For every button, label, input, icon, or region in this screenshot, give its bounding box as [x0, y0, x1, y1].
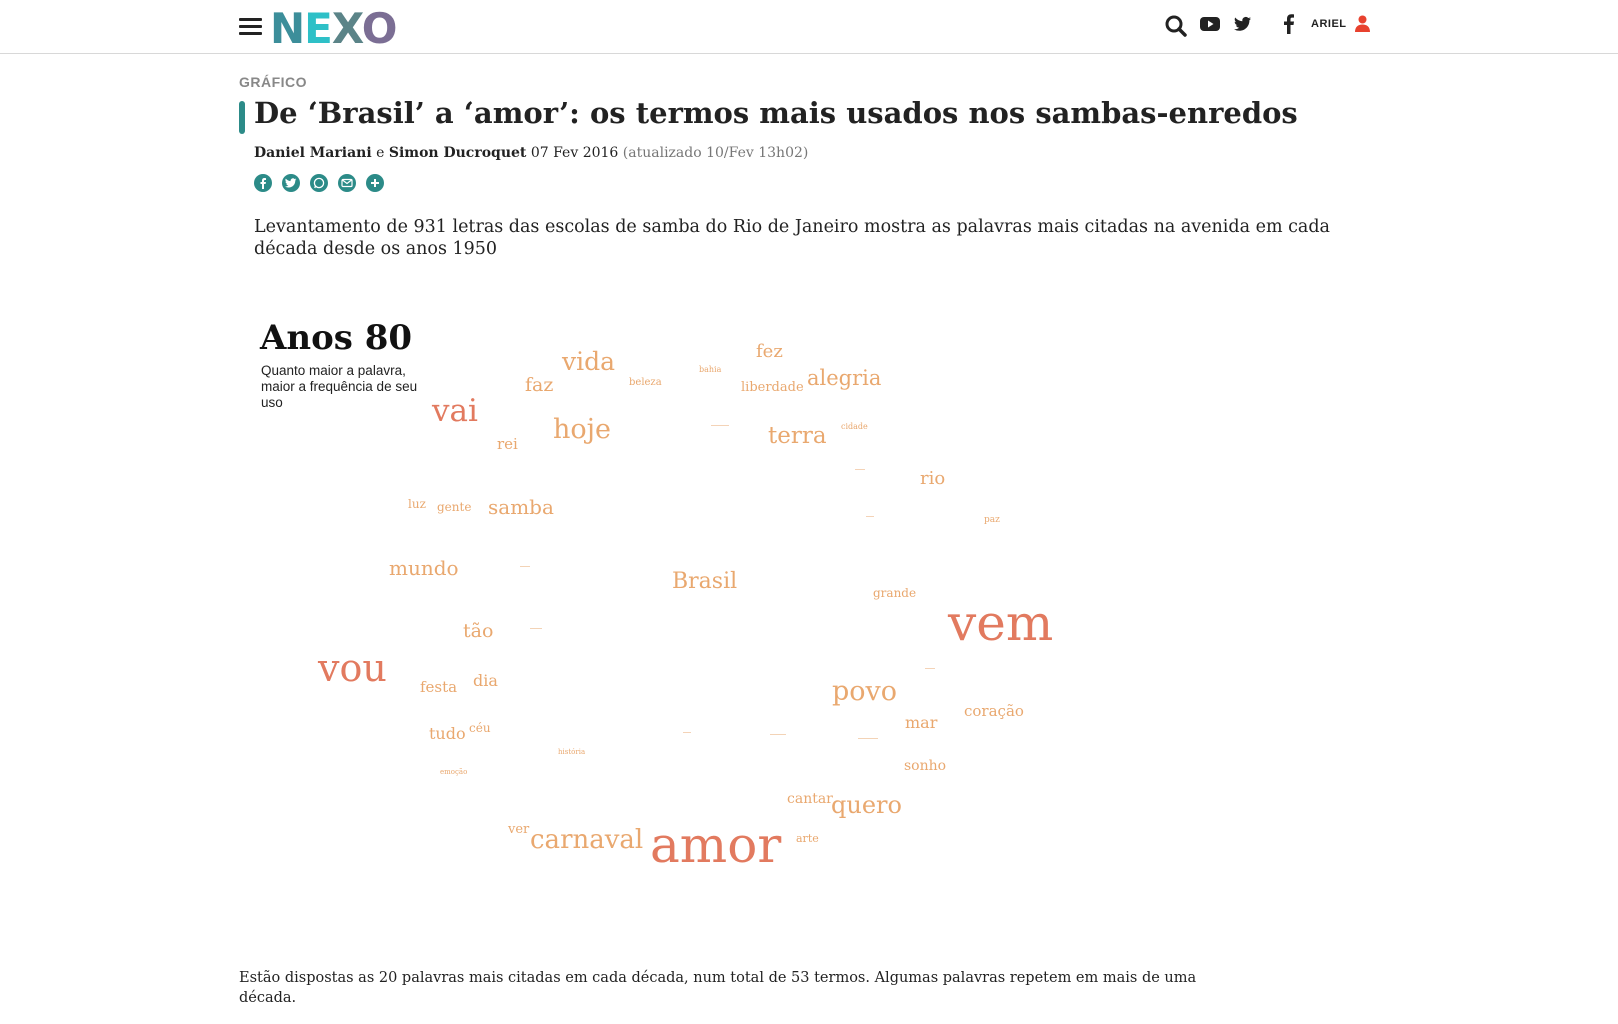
article-lede: Levantamento de 931 letras das escolas d…	[254, 217, 1330, 259]
cloud-word: história	[558, 748, 585, 756]
byline: Daniel Mariani e Simon Ducroquet 07 Fev …	[254, 145, 808, 161]
whatsapp-share-icon[interactable]	[310, 174, 329, 192]
cloud-word: mar	[905, 713, 938, 732]
word-cloud: vemamorvouvaipovohojecarnavalvidaquerote…	[317, 341, 1053, 874]
cloud-word: hoje	[553, 414, 611, 445]
cloud-word: luz	[408, 497, 426, 511]
title-accent-bar	[239, 101, 245, 134]
twitter-share-icon[interactable]	[282, 174, 301, 192]
chart-title: Anos 80	[260, 318, 413, 358]
cloud-word: dia	[473, 671, 498, 690]
search-icon[interactable]	[1165, 15, 1187, 41]
cloud-word: faz	[525, 374, 553, 396]
top-nav-bar: NEXO ARIEL	[0, 0, 1618, 54]
cloud-word: mundo	[389, 556, 459, 580]
cloud-word: terra	[768, 423, 827, 449]
facebook-share-icon[interactable]	[254, 174, 272, 192]
cloud-word: vida	[561, 347, 615, 376]
cloud-word: cantar	[787, 791, 833, 807]
cloud-word: alegria	[807, 366, 881, 390]
facebook-icon[interactable]	[1284, 14, 1294, 38]
youtube-icon[interactable]	[1200, 16, 1220, 36]
email-share-icon[interactable]	[338, 174, 357, 192]
cloud-word: fez	[756, 341, 783, 362]
twitter-icon[interactable]	[1234, 16, 1252, 36]
cloud-word: gente	[437, 500, 471, 514]
cloud-word: rio	[920, 468, 945, 489]
author-separator: e	[376, 145, 385, 161]
author-link[interactable]: Daniel Mariani	[254, 145, 372, 161]
cloud-word: coração	[964, 702, 1024, 720]
cloud-word: liberdade	[741, 380, 804, 395]
cloud-word: povo	[832, 676, 897, 707]
cloud-word: quero	[831, 791, 902, 819]
cloud-word: carnaval	[530, 825, 643, 855]
cloud-word: samba	[488, 495, 554, 519]
author-link[interactable]: Simon Ducroquet	[389, 145, 527, 161]
cloud-word: ver	[507, 822, 530, 837]
cloud-word: cidade	[841, 422, 868, 431]
nexo-logo[interactable]: NEXO	[270, 5, 397, 53]
menu-icon[interactable]	[239, 18, 262, 36]
share-bar	[254, 174, 389, 193]
article-kicker: GRÁFICO	[239, 74, 308, 90]
cloud-word: tão	[463, 620, 493, 642]
cloud-word: arte	[796, 832, 819, 845]
cloud-word: grande	[873, 586, 916, 600]
cloud-word: Brasil	[672, 569, 737, 594]
cloud-word: vou	[317, 646, 387, 690]
cloud-word: paz	[984, 515, 1000, 525]
publish-date: 07 Fev 2016	[530, 145, 619, 161]
more-share-icon[interactable]	[366, 174, 385, 192]
user-icon[interactable]	[1355, 15, 1370, 36]
cloud-word: vem	[947, 594, 1053, 652]
cloud-word: sonho	[904, 758, 946, 774]
cloud-word: beleza	[629, 377, 662, 388]
cloud-word: rei	[497, 435, 518, 453]
cloud-word: céu	[469, 721, 491, 735]
cloud-word: festa	[420, 678, 457, 696]
cloud-word: amor	[650, 816, 781, 874]
user-name[interactable]: ARIEL	[1311, 18, 1347, 30]
updated-date: (atualizado 10/Fev 13h02)	[622, 145, 809, 161]
article-footnote: Estão dispostas as 20 palavras mais cita…	[239, 970, 1197, 1006]
article-title: De ‘Brasil’ a ‘amor’: os termos mais usa…	[254, 96, 1298, 130]
cloud-word: bahia	[699, 365, 722, 374]
cloud-word: tudo	[429, 724, 466, 743]
chart-subtitle: Quanto maior a palavra, maior a frequênc…	[261, 363, 418, 410]
cloud-word: emoção	[440, 768, 467, 776]
